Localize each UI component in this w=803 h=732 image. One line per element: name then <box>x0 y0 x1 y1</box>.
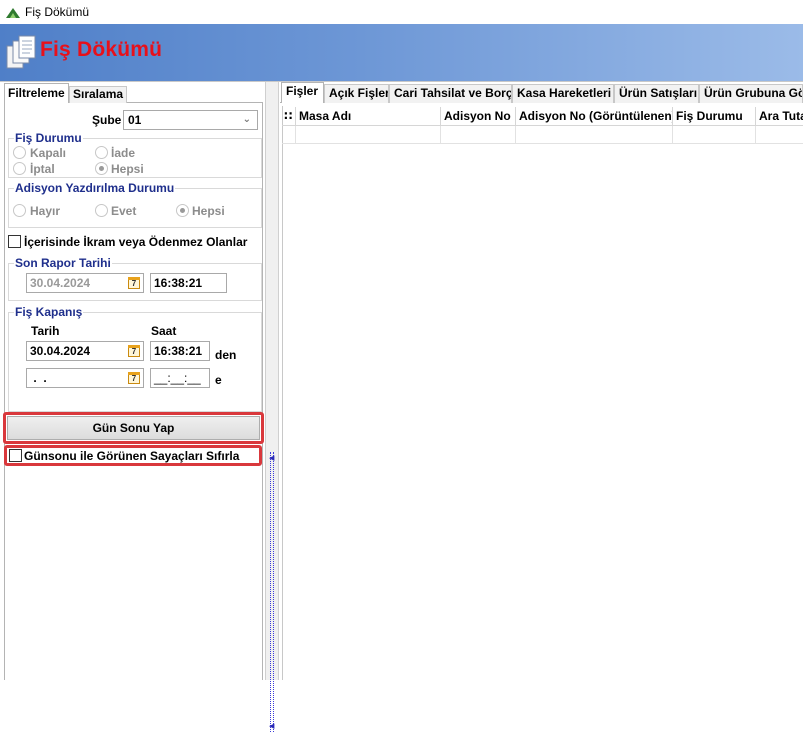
header-banner: Fiş Dökümü <box>0 24 803 81</box>
adisyon-yazdirilma-legend: Adisyon Yazdırılma Durumu <box>14 181 176 195</box>
collapse-left-icon[interactable]: ◀ <box>269 722 274 730</box>
son-rapor-time-field[interactable]: 16:38:21 <box>150 273 227 293</box>
collapse-left-icon[interactable]: ◀ <box>269 454 274 462</box>
kapanis-start-time-field[interactable]: 16:38:21 <box>150 341 210 361</box>
tab-urun-grubuna-gore[interactable]: Ürün Grubuna Gör <box>699 84 803 103</box>
kapanis-start-time-value: 16:38:21 <box>154 344 203 358</box>
son-rapor-time-value: 16:38:21 <box>154 276 203 290</box>
grid-filter-cell[interactable] <box>673 126 756 144</box>
kapanis-end-time-value: __:__:__ <box>154 371 201 385</box>
sube-label: Şube <box>92 113 122 127</box>
grid-filter-cell <box>282 126 296 144</box>
radio-yazdirilma-hepsi[interactable] <box>176 204 189 217</box>
tab-kasa-hareketleri[interactable]: Kasa Hareketleri <box>512 84 614 103</box>
tab-cari-tahsilat[interactable]: Cari Tahsilat ve Borç <box>389 84 512 103</box>
calendar-icon[interactable]: 7 <box>128 372 140 384</box>
radio-iptal-label: İptal <box>30 162 55 176</box>
receipts-grid <box>282 106 803 680</box>
radio-hepsi[interactable] <box>95 162 108 175</box>
column-fis-durumu[interactable]: Fiş Durumu <box>673 107 756 126</box>
son-rapor-date-value: 30.04.2024 <box>30 276 91 290</box>
kapanis-end-date-value: . . <box>30 371 47 385</box>
radio-yazdirilma-hepsi-label: Hepsi <box>192 204 225 218</box>
tab-siralama[interactable]: Sıralama <box>69 86 128 103</box>
window-title: Fiş Dökümü <box>25 5 90 19</box>
end-suffix: e <box>215 373 222 387</box>
page-title: Fiş Dökümü <box>40 38 163 61</box>
start-suffix: den <box>215 348 237 362</box>
column-adisyon-no[interactable]: Adisyon No <box>441 107 516 126</box>
radio-kapali[interactable] <box>13 146 26 159</box>
fis-kapanis-legend: Fiş Kapanış <box>14 305 84 319</box>
radio-hayir-label: Hayır <box>30 204 61 218</box>
radio-iade[interactable] <box>95 146 108 159</box>
radio-iptal[interactable] <box>13 162 26 175</box>
saat-label: Saat <box>151 324 177 338</box>
tab-urun-satislari[interactable]: Ürün Satışları <box>614 84 699 103</box>
panel-splitter[interactable]: ◀ ◀ <box>266 82 279 732</box>
calendar-icon[interactable]: 7 <box>128 345 140 357</box>
kapanis-end-time-field[interactable]: __:__:__ <box>150 368 210 388</box>
sube-value: 01 <box>128 113 142 127</box>
tab-filtreleme[interactable]: Filtreleme <box>4 83 69 103</box>
sayac-checkbox-label: Günsonu ile Görünen Sayaçları Sıfırla <box>24 449 240 463</box>
tab-acik-fisler[interactable]: Açık Fişler <box>324 84 389 103</box>
ikram-checkbox-label: İçerisinde İkram veya Ödenmez Olanlar <box>24 235 248 249</box>
radio-hepsi-label: Hepsi <box>111 162 144 176</box>
grid-filter-cell[interactable] <box>441 126 516 144</box>
tarih-label: Tarih <box>31 324 60 338</box>
column-ara-tutar[interactable]: Ara Tuta <box>756 107 803 126</box>
son-rapor-legend: Son Rapor Tarihi <box>14 256 112 270</box>
fis-durumu-legend: Fiş Durumu <box>14 131 83 145</box>
son-rapor-date-field[interactable]: 30.04.2024 7 <box>26 273 144 293</box>
column-masa-adi[interactable]: Masa Adı <box>296 107 441 126</box>
grid-indicator: ∷ <box>282 107 296 126</box>
kapanis-start-date-field[interactable]: 30.04.2024 7 <box>26 341 144 361</box>
radio-kapali-label: Kapalı <box>30 146 67 160</box>
gun-sonu-button[interactable]: Gün Sonu Yap <box>7 416 260 440</box>
grid-filter-cell[interactable] <box>516 126 673 144</box>
receipt-stack-icon <box>6 35 36 69</box>
radio-iade-label: İade <box>111 146 136 160</box>
radio-evet-label: Evet <box>111 204 137 218</box>
kapanis-start-date-value: 30.04.2024 <box>30 344 91 358</box>
sayac-checkbox[interactable] <box>9 449 22 462</box>
app-icon <box>6 8 20 18</box>
sube-select[interactable]: 01 ⌄ <box>123 110 258 130</box>
ikram-checkbox[interactable] <box>8 235 21 248</box>
column-adisyon-no-goruntulenen[interactable]: Adisyon No (Görüntülenen) <box>516 107 673 126</box>
calendar-icon[interactable]: 7 <box>128 277 140 289</box>
chevron-down-icon[interactable]: ⌄ <box>243 114 251 125</box>
kapanis-end-date-field[interactable]: . . 7 <box>26 368 144 388</box>
grid-filter-cell[interactable] <box>296 126 441 144</box>
radio-evet[interactable] <box>95 204 108 217</box>
tab-fisler[interactable]: Fişler <box>281 82 324 103</box>
window-titlebar: Fiş Dökümü <box>0 0 803 24</box>
radio-hayir[interactable] <box>13 204 26 217</box>
splitter-grip[interactable] <box>270 452 274 732</box>
